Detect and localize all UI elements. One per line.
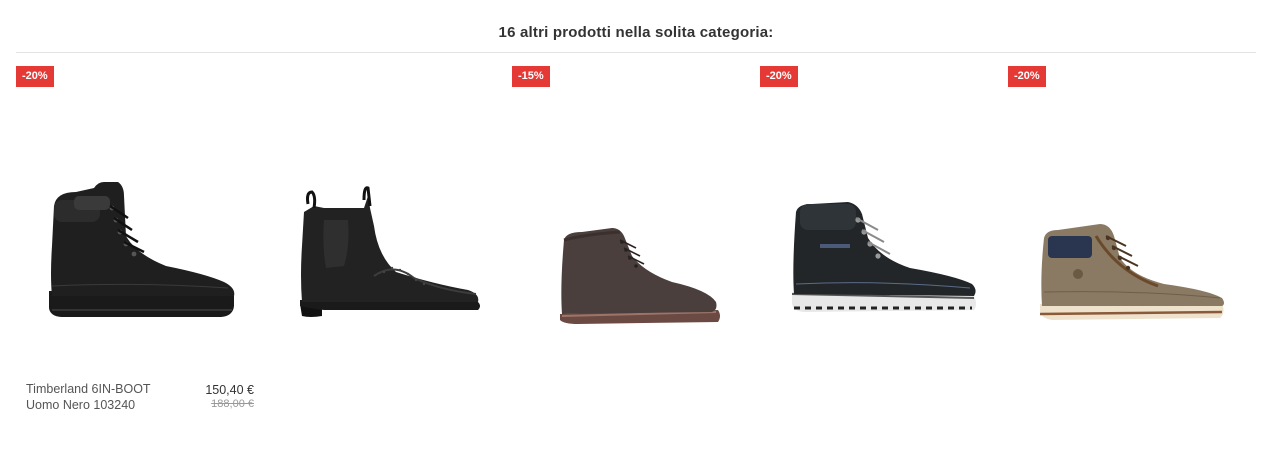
discount-badge: -20% <box>16 66 54 87</box>
product-carousel: -20% Timberland 6IN-BOOT Uomo Nero 10324… <box>16 66 1256 426</box>
title-divider <box>16 52 1256 53</box>
old-price: 188,00 € <box>211 398 254 410</box>
brown-suede-ankle-boot-icon <box>560 228 720 324</box>
product-card[interactable] <box>264 66 512 416</box>
product-image[interactable] <box>512 96 760 376</box>
product-image[interactable] <box>760 96 1008 376</box>
product-image[interactable] <box>16 96 264 376</box>
product-image[interactable] <box>264 96 512 376</box>
price-box: 150,40 € 188,00 € <box>205 383 254 410</box>
product-card[interactable]: -20% <box>760 66 1008 416</box>
black-lace-up-boot-icon <box>49 182 235 317</box>
discount-badge: -20% <box>1008 66 1046 87</box>
discount-badge: -15% <box>512 66 550 87</box>
brown-high-top-sneaker-icon <box>1039 224 1224 320</box>
discount-badge: -20% <box>760 66 798 87</box>
product-name[interactable]: Timberland 6IN-BOOT Uomo Nero 103240 <box>26 381 176 413</box>
black-chelsea-brogue-boot-icon <box>300 186 480 317</box>
section-title: 16 altri prodotti nella solita categoria… <box>498 24 774 41</box>
current-price: 150,40 € <box>205 383 254 397</box>
product-card[interactable]: -20% Timberland 6IN-BOOT Uomo Nero 10324… <box>16 66 264 416</box>
product-name-line2: Uomo Nero 103240 <box>26 398 136 412</box>
product-name-line1: Timberland 6IN-BOOT <box>26 382 151 396</box>
product-card[interactable]: -15% <box>512 66 760 416</box>
product-card[interactable]: -20% <box>1008 66 1256 416</box>
black-hiking-boot-icon <box>791 202 976 312</box>
product-image[interactable] <box>1008 96 1256 376</box>
